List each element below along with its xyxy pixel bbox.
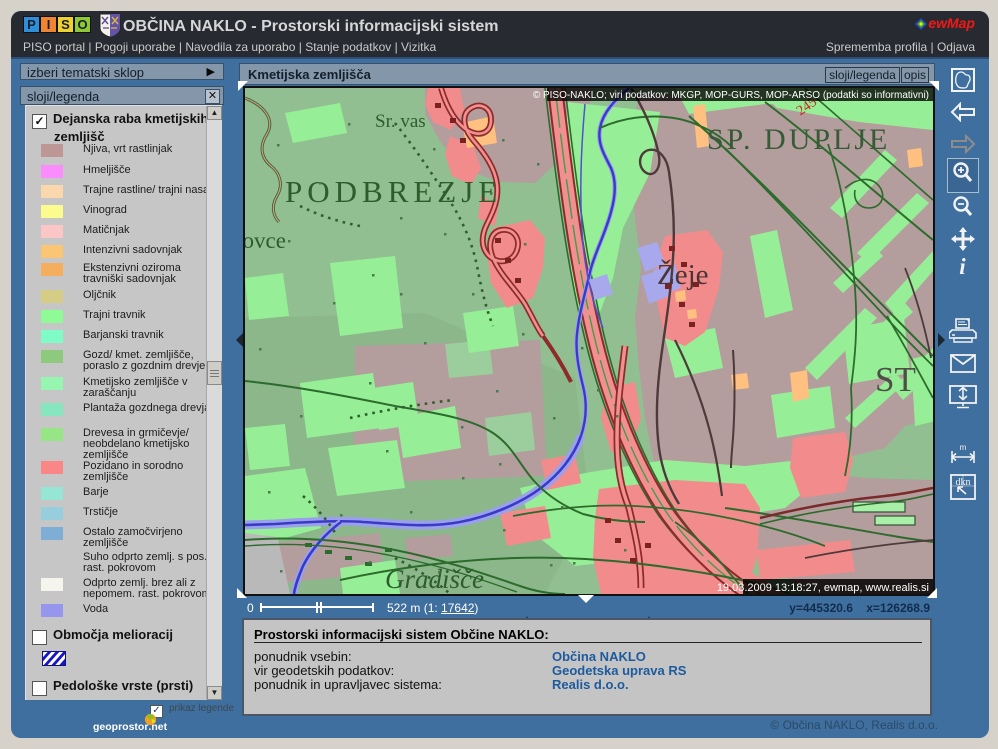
svg-text:m: m — [959, 443, 966, 452]
svg-text:povce: povce — [245, 228, 286, 253]
svg-text:Gradišče: Gradišče — [385, 564, 484, 594]
svg-text:Sr. vas: Sr. vas — [375, 111, 426, 132]
svg-text:Žeje: Žeje — [657, 258, 709, 291]
svg-text:SP. DUPLJE: SP. DUPLJE — [707, 123, 890, 156]
svg-text:ST: ST — [875, 360, 916, 399]
svg-text:19.03.2009 13:18:27, ewmap, ww: 19.03.2009 13:18:27, ewmap, www.realis.s… — [717, 582, 929, 594]
svg-text:© PISO-NAKLO; viri podatkov: M: © PISO-NAKLO; viri podatkov: MKGP, MOP-G… — [533, 90, 929, 101]
svg-text:PODBREZJE: PODBREZJE — [285, 174, 502, 209]
